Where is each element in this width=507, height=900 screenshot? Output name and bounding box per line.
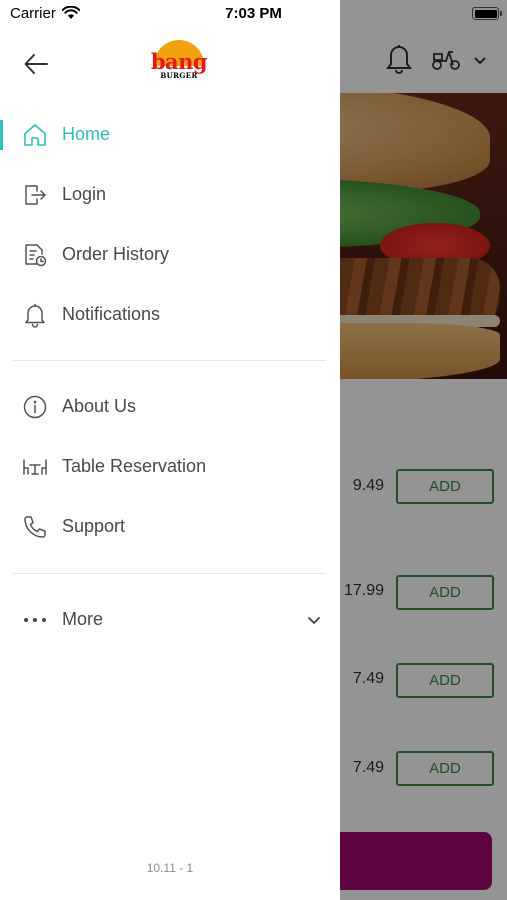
home-icon [24, 124, 46, 146]
menu-divider [13, 573, 326, 574]
menu-label: More [62, 609, 104, 629]
menu-item-more[interactable]: More [0, 595, 340, 645]
menu-item-table-reservation[interactable]: Table Reservation [0, 442, 340, 492]
menu-label: Login [62, 184, 107, 204]
chevron-down-icon [308, 617, 320, 624]
menu-label: Order History [62, 244, 170, 264]
menu-label: Support [62, 516, 126, 536]
back-arrow-icon[interactable] [22, 50, 50, 78]
bell-icon [25, 303, 45, 328]
menu-item-login[interactable]: Login [0, 170, 340, 220]
menu-divider [13, 360, 326, 361]
menu-label: About Us [62, 396, 137, 416]
menu-label: Home [62, 124, 111, 144]
status-bar: Carrier 7:03 PM [0, 0, 507, 30]
brand-logo: bang BURGER [150, 38, 208, 84]
phone-icon [24, 516, 46, 538]
login-icon [25, 185, 46, 205]
order-history-icon [25, 244, 47, 267]
menu-item-notifications[interactable]: Notifications [0, 290, 340, 340]
menu-item-about-us[interactable]: About Us [0, 382, 340, 432]
battery-icon [472, 7, 502, 20]
menu-item-support[interactable]: Support [0, 502, 340, 552]
logo-subtitle: BURGER [160, 71, 198, 80]
menu-item-home[interactable]: Home [0, 110, 340, 160]
app-version: 10.11 - 1 [146, 861, 194, 875]
menu-label: Notifications [62, 304, 161, 324]
table-icon [23, 459, 47, 475]
active-indicator [0, 120, 3, 150]
menu-item-order-history[interactable]: Order History [0, 230, 340, 280]
info-icon [23, 395, 47, 419]
menu-label: Table Reservation [62, 456, 207, 476]
more-dots-icon [24, 618, 46, 622]
navigation-drawer: bang BURGER Home Login Order History Not… [0, 0, 340, 900]
status-time: 7:03 PM [225, 5, 282, 22]
